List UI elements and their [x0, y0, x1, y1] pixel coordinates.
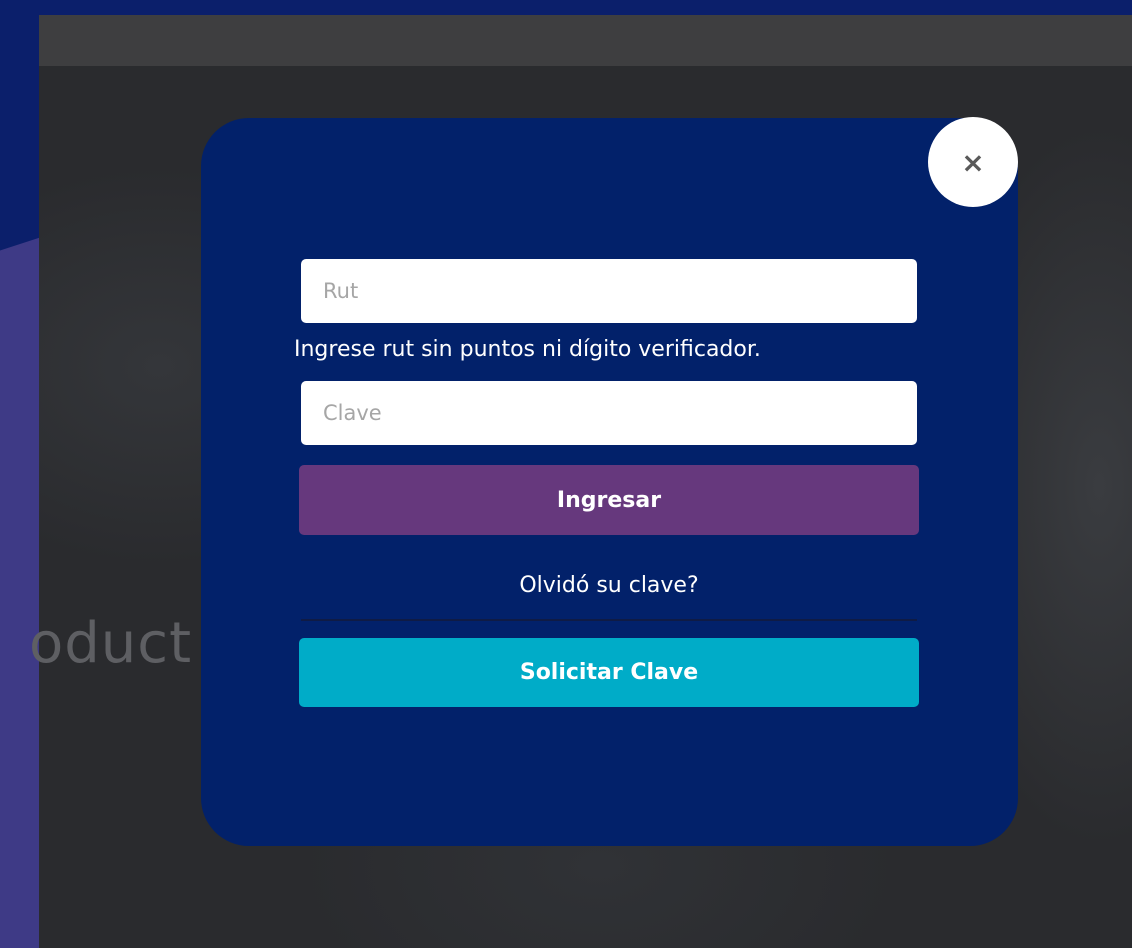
close-icon: ×	[961, 145, 985, 179]
rut-input[interactable]	[301, 259, 917, 323]
page: oduct × Ingrese rut sin puntos ni dígito…	[0, 0, 1132, 948]
hero-partial-text: oduct	[29, 611, 193, 676]
top-bar	[39, 15, 1132, 66]
rut-hint: Ingrese rut sin puntos ni dígito verific…	[294, 337, 761, 362]
close-button[interactable]: ×	[928, 117, 1018, 207]
request-password-button[interactable]: Solicitar Clave	[299, 638, 919, 707]
forgot-password-link[interactable]: Olvidó su clave?	[301, 573, 917, 621]
login-button[interactable]: Ingresar	[299, 465, 919, 535]
password-input[interactable]	[301, 381, 917, 445]
